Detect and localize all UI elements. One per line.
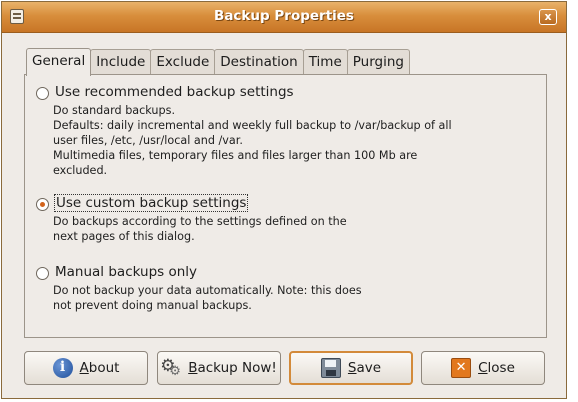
save-button[interactable]: Save [289,351,413,385]
title-bar[interactable]: Backup Properties x [2,2,566,33]
info-icon [52,358,73,378]
tab-general[interactable]: General [26,48,92,76]
option-recommended-description: Do standard backups. Defaults: daily inc… [53,104,452,177]
backup-now-button-label: Backup Now! [188,360,277,376]
radio-manual[interactable] [36,267,49,280]
option-custom-description: Do backups according to the settings def… [53,215,347,243]
save-button-label: Save [347,360,382,376]
option-recommended-label[interactable]: Use recommended backup settings [55,84,294,100]
option-manual-description: Do not backup your data automatically. N… [53,284,362,312]
tab-time[interactable]: Time [302,49,348,75]
option-custom-label[interactable]: Use custom backup settings [54,194,249,212]
close-button[interactable]: Close [421,351,545,385]
option-manual-label[interactable]: Manual backups only [55,264,197,280]
backup-now-button[interactable]: Backup Now! [157,351,281,385]
about-button[interactable]: About [24,351,148,385]
general-tab-panel: Use recommended backup settings Do stand… [24,74,547,338]
window-title: Backup Properties [214,8,354,24]
backup-properties-window: Backup Properties x General Include Excl… [1,1,567,399]
radio-custom[interactable] [36,198,49,211]
radio-recommended[interactable] [36,87,49,100]
tab-destination[interactable]: Destination [214,49,304,75]
close-button-label: Close [478,360,515,376]
close-icon [451,358,472,378]
window-close-button[interactable]: x [539,9,557,25]
tab-purging[interactable]: Purging [346,49,410,75]
gears-icon [160,356,181,379]
floppy-disk-icon [320,358,341,378]
tab-bar: General Include Exclude Destination Time… [26,48,410,76]
tab-exclude[interactable]: Exclude [150,49,216,75]
about-button-label: About [79,360,120,376]
tab-include[interactable]: Include [90,49,152,75]
